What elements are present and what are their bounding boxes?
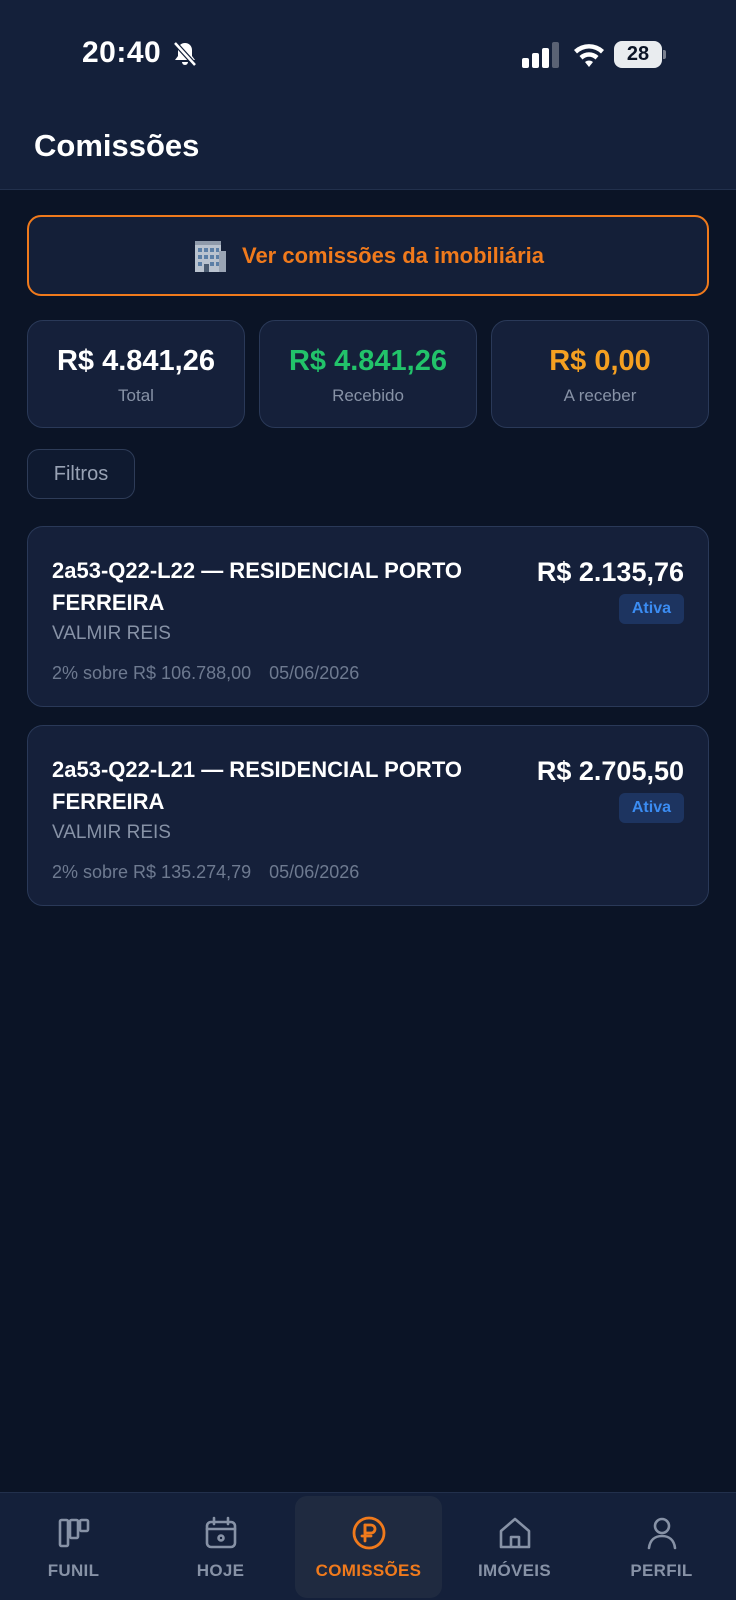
calendar-icon <box>205 1516 236 1549</box>
signal-icon <box>522 42 559 68</box>
coin-icon <box>352 1516 385 1550</box>
cta-label: Ver comissões da imobiliária <box>241 242 545 268</box>
user-icon <box>647 1517 676 1550</box>
battery-indicator: 28 <box>614 41 666 68</box>
tab-label: HOJE <box>196 1561 245 1580</box>
summary-total-caption: Total <box>118 386 154 405</box>
bell-muted-icon <box>173 41 197 67</box>
home-icon <box>499 1517 530 1549</box>
tab-imoveis[interactable]: IMÓVEIS <box>441 1493 588 1600</box>
summary-receivable-caption: A receber <box>563 386 637 405</box>
status-badge: Ativa <box>618 594 684 624</box>
tab-label: IMÓVEIS <box>478 1561 551 1580</box>
commission-meta: 2% sobre R$ 135.274,79 05/06/2026 <box>52 862 359 883</box>
commission-value: R$ 2.135,76 <box>536 557 684 587</box>
commission-card[interactable]: 2a53-Q22-L22 — RESIDENCIAL PORTO FERREIR… <box>27 526 709 707</box>
commissions-screen: 20:40 28 Comissões Ver comissões da imob… <box>0 0 736 1600</box>
battery-cap <box>663 50 666 59</box>
status-badge: Ativa <box>618 793 684 823</box>
commission-title: 2a53-Q22-L22 — RESIDENCIAL PORTO FERREIR… <box>52 558 462 615</box>
commission-value: R$ 2.705,50 <box>536 756 684 786</box>
commission-basis: 2% sobre R$ 106.788,00 <box>52 663 252 683</box>
commission-client: VALMIR REIS <box>52 822 171 843</box>
tab-perfil[interactable]: PERFIL <box>588 1493 735 1600</box>
summary-received-amount: R$ 4.841,26 <box>288 345 447 377</box>
commission-date: 05/06/2026 <box>269 862 360 882</box>
building-icon <box>194 240 226 272</box>
status-time: 20:40 <box>82 36 162 69</box>
summary-received-caption: Recebido <box>332 386 404 405</box>
tab-label: COMISSÕES <box>315 1561 422 1580</box>
commission-basis: 2% sobre R$ 135.274,79 <box>52 862 252 882</box>
view-agency-commissions-button[interactable]: Ver comissões da imobiliária <box>27 215 709 296</box>
kanban-icon <box>58 1518 89 1548</box>
commission-card[interactable]: 2a53-Q22-L21 — RESIDENCIAL PORTO FERREIR… <box>27 725 709 906</box>
tab-label: PERFIL <box>630 1561 693 1580</box>
commission-client: VALMIR REIS <box>52 623 171 644</box>
tab-hoje[interactable]: HOJE <box>147 1493 294 1600</box>
tab-funil[interactable]: FUNIL <box>0 1493 147 1600</box>
filters-button[interactable]: Filtros <box>27 449 135 499</box>
commission-title: 2a53-Q22-L21 — RESIDENCIAL PORTO FERREIR… <box>52 757 462 814</box>
header: 20:40 28 Comissões <box>0 0 736 190</box>
tab-label: FUNIL <box>47 1561 100 1580</box>
commission-date: 05/06/2026 <box>269 663 360 683</box>
battery-level: 28 <box>614 41 662 68</box>
summary-total-card: R$ 4.841,26 Total <box>27 320 245 428</box>
summary-total-amount: R$ 4.841,26 <box>56 345 215 377</box>
wifi-icon <box>574 44 604 67</box>
summary-receivable-card: R$ 0,00 A receber <box>491 320 709 428</box>
summary-receivable-amount: R$ 0,00 <box>549 345 651 377</box>
commission-meta: 2% sobre R$ 106.788,00 05/06/2026 <box>52 663 359 684</box>
page-title: Comissões <box>34 128 200 163</box>
tab-comissoes[interactable]: COMISSÕES <box>295 1496 442 1598</box>
bottom-tab-bar: FUNIL HOJE COMISSÕES IMÓVEIS PERFIL <box>0 1492 736 1600</box>
summary-received-card: R$ 4.841,26 Recebido <box>259 320 477 428</box>
